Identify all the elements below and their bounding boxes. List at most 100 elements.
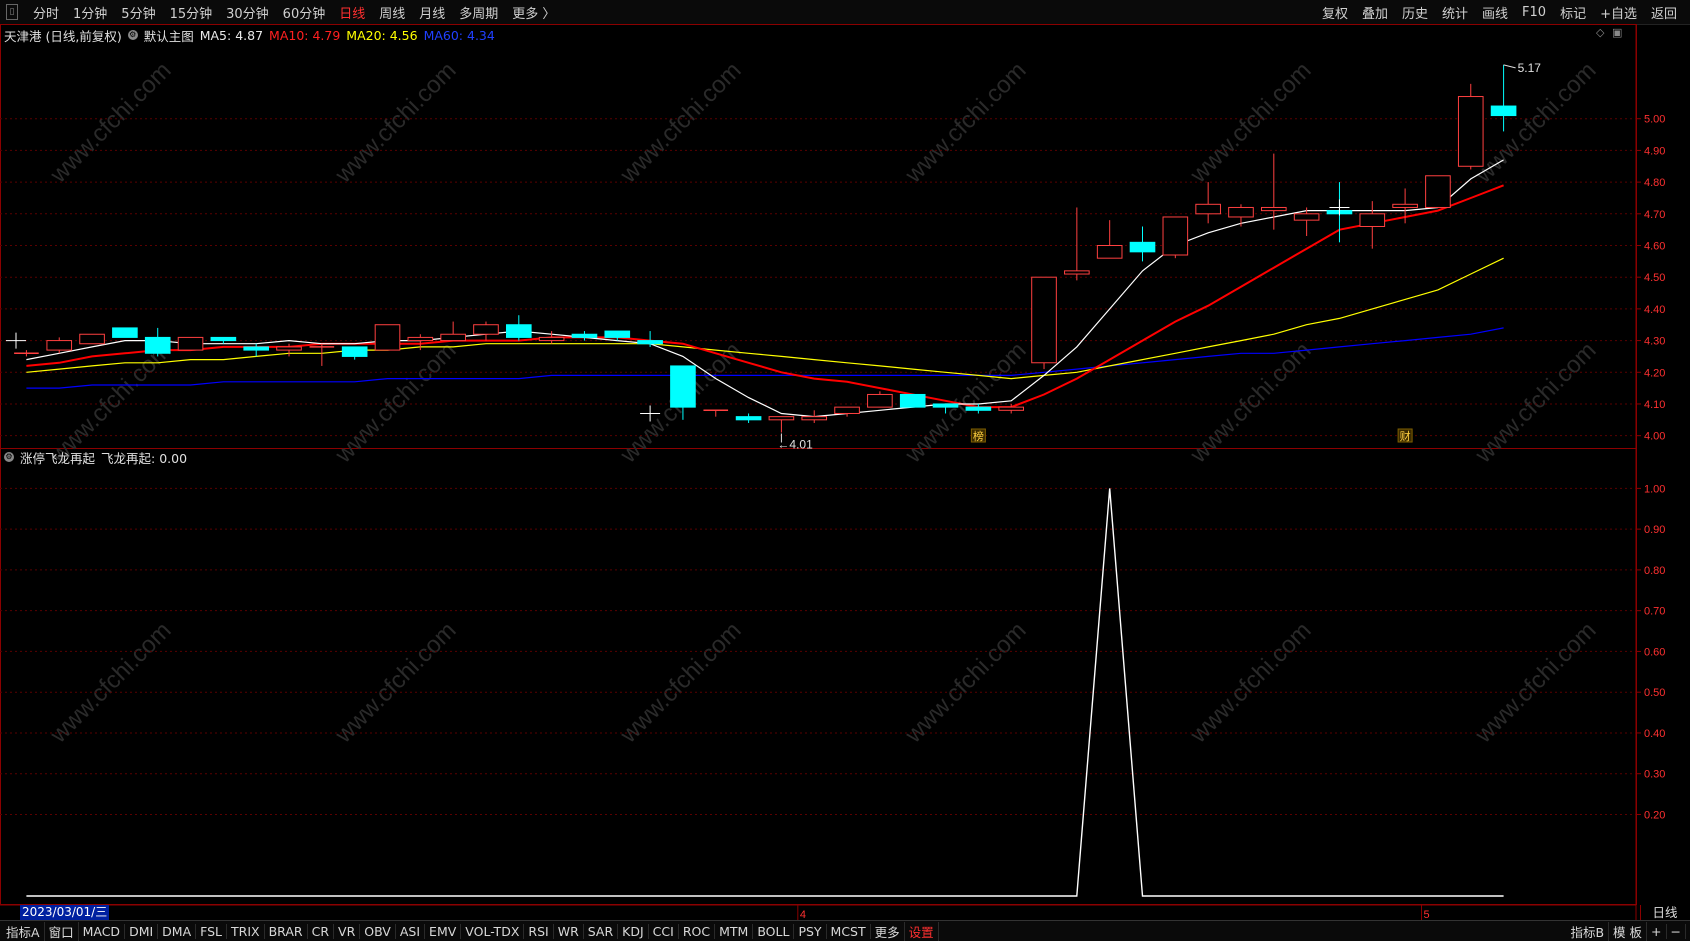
indicator-tab-13[interactable]: VOL-TDX xyxy=(461,923,525,939)
maximize-icon: ▣ xyxy=(1612,26,1622,39)
zoom-in-button[interactable]: + xyxy=(1647,923,1667,939)
candle xyxy=(1228,204,1254,227)
indicator-b-button[interactable]: 指标B xyxy=(1566,921,1610,941)
template-button[interactable]: 模 板 xyxy=(1609,921,1648,941)
tool-button-5[interactable]: F10 xyxy=(1515,5,1553,20)
indicator-tab-6[interactable]: TRIX xyxy=(227,923,265,939)
watermark-text: www.cfchi.com xyxy=(44,617,176,749)
candle-body xyxy=(243,346,270,351)
indicator-tab-1[interactable]: 窗口 xyxy=(45,921,79,941)
indicator-tab-7[interactable]: BRAR xyxy=(265,923,308,939)
candle-body xyxy=(801,416,828,421)
indicator-tab-25[interactable]: 设置 xyxy=(905,921,939,941)
tool-button-7[interactable]: +自选 xyxy=(1593,3,1644,22)
indicator-tab-4[interactable]: DMA xyxy=(158,923,197,939)
period-tab-8[interactable]: 月线 xyxy=(412,3,452,22)
period-tab-3[interactable]: 15分钟 xyxy=(163,3,220,22)
indicator-tab-16[interactable]: SAR xyxy=(584,923,619,939)
candle xyxy=(1031,276,1057,370)
candle-body xyxy=(1162,216,1189,256)
indicator-tab-14[interactable]: RSI xyxy=(524,923,554,939)
watermark-text: www.cfchi.com xyxy=(614,617,746,749)
candle-body xyxy=(210,336,237,342)
tool-button-0[interactable]: 复权 xyxy=(1315,3,1355,22)
tool-button-8[interactable]: 返回 xyxy=(1644,3,1684,22)
indicator-tab-5[interactable]: FSL xyxy=(196,923,228,939)
period-tab-10[interactable]: 更多 〉 xyxy=(505,3,562,22)
period-tab-9[interactable]: 多周期 xyxy=(452,3,505,22)
indicator-tick-label: 0.50 xyxy=(1644,687,1665,699)
price-tick-label: 4.10 xyxy=(1644,399,1665,411)
candle xyxy=(243,343,270,357)
period-tab-6[interactable]: 日线 xyxy=(332,3,372,22)
tool-button-1[interactable]: 叠加 xyxy=(1355,3,1395,22)
candle xyxy=(309,343,335,366)
candle-body xyxy=(1293,213,1320,221)
watermark-text: www.cfchi.com xyxy=(329,57,461,189)
candle xyxy=(735,413,762,423)
candle xyxy=(867,391,893,408)
zoom-out-button[interactable]: − xyxy=(1667,923,1686,939)
period-tab-0[interactable]: 分时 xyxy=(26,3,66,22)
indicator-info: ⚙ 涨停飞龙再起 飞龙再起: 0.00 xyxy=(4,448,193,466)
period-tab-4[interactable]: 30分钟 xyxy=(219,3,276,22)
candle xyxy=(899,393,926,408)
period-tab-2[interactable]: 5分钟 xyxy=(114,3,162,22)
main-panel-border xyxy=(0,24,1637,449)
indicator-tab-18[interactable]: CCI xyxy=(649,923,679,939)
indicator-tab-8[interactable]: CR xyxy=(308,923,335,939)
candle-body xyxy=(867,393,893,408)
candle-body xyxy=(1457,96,1484,167)
candle-body xyxy=(1228,206,1254,218)
indicator-tab-10[interactable]: OBV xyxy=(360,923,396,939)
candle xyxy=(374,324,401,351)
candle xyxy=(14,350,39,357)
candle-body xyxy=(341,346,368,357)
indicator-tab-12[interactable]: EMV xyxy=(425,923,462,939)
main-chart-info: 天津港 (日线,前复权) ⚙ 默认主图 MA5: 4.87 MA10: 4.79… xyxy=(4,26,501,44)
period-tab-7[interactable]: 周线 xyxy=(372,3,412,22)
high-pointer xyxy=(1503,64,1516,69)
indicator-settings-icon[interactable]: ⚙ xyxy=(4,452,14,462)
candle-body xyxy=(1392,203,1418,208)
indicator-tab-19[interactable]: ROC xyxy=(679,923,716,939)
period-tab-1[interactable]: 1分钟 xyxy=(66,3,114,22)
candle xyxy=(1457,83,1484,170)
candle-body xyxy=(1425,175,1451,208)
candle-body xyxy=(276,346,302,351)
stock-title[interactable]: 天津港 (日线,前复权) xyxy=(4,26,122,45)
watermark-text: www.cfchi.com xyxy=(1469,337,1601,469)
watermark-text: www.cfchi.com xyxy=(1184,617,1316,749)
indicator-tab-0[interactable]: 指标A xyxy=(2,921,45,941)
candle xyxy=(505,315,532,341)
indicator-tab-17[interactable]: KDJ xyxy=(618,923,649,939)
indicator-tab-11[interactable]: ASI xyxy=(396,923,426,939)
indicator-tab-2[interactable]: MACD xyxy=(79,923,126,939)
tool-button-6[interactable]: 标记 xyxy=(1553,3,1593,22)
candle xyxy=(768,416,795,433)
candle xyxy=(1195,182,1221,224)
candle-body xyxy=(735,416,762,421)
indicator-tick-label: 0.20 xyxy=(1644,809,1665,821)
price-tick-label: 4.20 xyxy=(1644,367,1665,379)
indicator-tab-9[interactable]: VR xyxy=(334,923,361,939)
indicator-tab-15[interactable]: WR xyxy=(554,923,584,939)
indicator-tick-label: 0.30 xyxy=(1644,769,1665,781)
indicator-tab-3[interactable]: DMI xyxy=(125,923,159,939)
indicator-tab-22[interactable]: PSY xyxy=(794,923,827,939)
indicator-tab-24[interactable]: 更多 xyxy=(871,921,905,941)
tool-button-4[interactable]: 画线 xyxy=(1475,3,1515,22)
tool-button-2[interactable]: 历史 xyxy=(1395,3,1435,22)
tool-button-3[interactable]: 统计 xyxy=(1435,3,1475,22)
event-tag: 财 xyxy=(1400,429,1411,443)
period-tab-5[interactable]: 60分钟 xyxy=(276,3,333,22)
kline-chart[interactable]: www.cfchi.com www.cfchi.com www.cfchi.com w… xyxy=(0,24,1690,920)
indicator-name[interactable]: 涨停飞龙再起 xyxy=(20,448,95,467)
indicator-tab-21[interactable]: BOLL xyxy=(753,923,795,939)
indicator-tab-23[interactable]: MCST xyxy=(827,923,871,939)
main-chart-label[interactable]: 默认主图 xyxy=(144,26,194,45)
indicator-tab-20[interactable]: MTM xyxy=(715,923,754,939)
indicator-tick-label: 0.70 xyxy=(1644,606,1665,618)
settings-icon[interactable]: ⚙ xyxy=(127,30,138,40)
panel-toggle-icon[interactable]: ▯ xyxy=(6,4,18,20)
